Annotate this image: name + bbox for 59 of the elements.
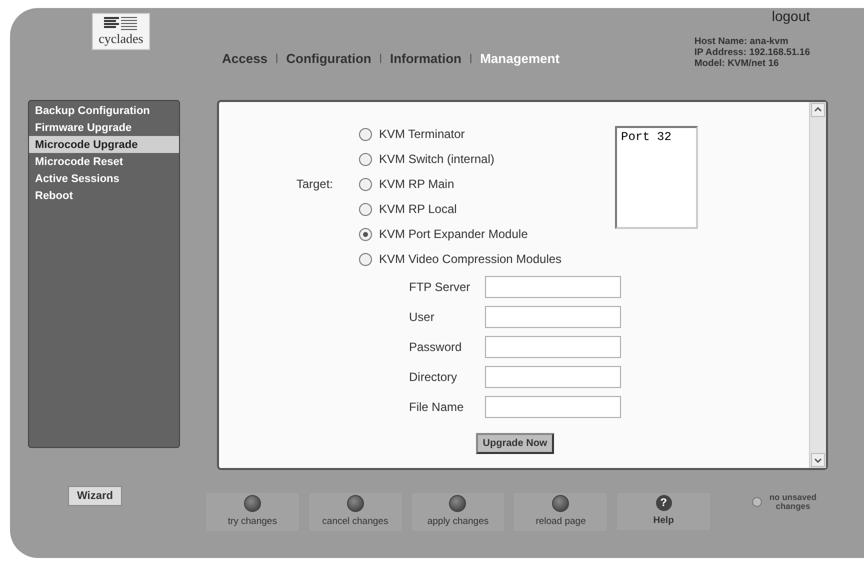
input-field[interactable] [485, 336, 621, 358]
sidebar-item[interactable]: Reboot [29, 187, 179, 204]
nav-tab[interactable]: Access [222, 51, 268, 66]
input-field[interactable] [485, 306, 621, 328]
action-button[interactable]: try changes [206, 493, 299, 531]
field-label: Password [409, 340, 463, 354]
nav-separator: | [379, 53, 382, 64]
radio-button[interactable] [359, 178, 372, 190]
radio-button[interactable] [359, 128, 372, 140]
radio-button[interactable] [359, 202, 372, 216]
field-label: File Name [409, 400, 465, 414]
knob-icon [552, 495, 570, 512]
field-label: Directory [409, 370, 458, 384]
action-button[interactable]: apply changes [412, 493, 504, 531]
action-button[interactable]: reload page [514, 493, 608, 531]
field-label: FTP Server [409, 280, 472, 294]
radio-label: KVM RP Local [379, 202, 457, 216]
host-info-text: IP Address: 192.168.51.16 [694, 47, 810, 58]
host-info-text: Host Name: ana-kvm [694, 36, 790, 47]
input-field[interactable] [485, 366, 621, 388]
scroll-down-icon[interactable] [811, 453, 825, 467]
nav-tab[interactable]: Information [390, 51, 462, 66]
radio-label: KVM Switch (internal) [379, 152, 494, 166]
radio-label: KVM RP Main [379, 177, 454, 191]
input-field[interactable] [485, 396, 621, 418]
wizard-button[interactable]: Wizard [68, 486, 122, 506]
radio-button[interactable] [359, 228, 372, 240]
radio-label: KVM Port Expander Module [379, 227, 528, 241]
radio-button[interactable] [359, 152, 372, 166]
logo-icon [104, 17, 138, 31]
status-text: no unsaved changes [768, 493, 818, 511]
help-icon: ? [656, 495, 672, 511]
sidebar-item[interactable]: Active Sessions [29, 170, 179, 187]
target-label: Target: [296, 177, 333, 191]
sidebar-item[interactable]: Microcode Reset [29, 153, 179, 170]
sidebar-item[interactable]: Firmware Upgrade [29, 119, 179, 136]
nav-separator: | [469, 53, 472, 64]
upgrade-button[interactable]: Upgrade Now [476, 433, 554, 454]
nav-tab[interactable]: Configuration [286, 51, 372, 66]
knob-icon [449, 495, 466, 512]
host-info-text: Model: KVM/net 16 [694, 58, 780, 69]
field-label: User [409, 310, 436, 324]
action-button[interactable]: cancel changes [308, 493, 402, 531]
radio-label: KVM Terminator [379, 127, 465, 141]
radio-button[interactable] [359, 252, 372, 266]
port-listbox[interactable]: Port 32 [615, 126, 698, 229]
knob-icon [346, 495, 364, 512]
nav-separator: | [276, 53, 278, 64]
help-button[interactable]: ? Help [617, 493, 710, 530]
logo-text: cyclades [98, 31, 144, 47]
list-option[interactable]: Port 32 [621, 130, 692, 144]
sidebar-item[interactable]: Microcode Upgrade [29, 136, 179, 153]
input-field[interactable] [485, 276, 621, 298]
logout-link[interactable]: logout [772, 8, 810, 24]
sidebar-item[interactable]: Backup Configuration [29, 102, 179, 119]
knob-icon [244, 495, 261, 512]
scrollbar[interactable] [809, 102, 826, 468]
scroll-up-icon[interactable] [811, 103, 825, 117]
radio-label: KVM Video Compression Modules [379, 252, 562, 266]
